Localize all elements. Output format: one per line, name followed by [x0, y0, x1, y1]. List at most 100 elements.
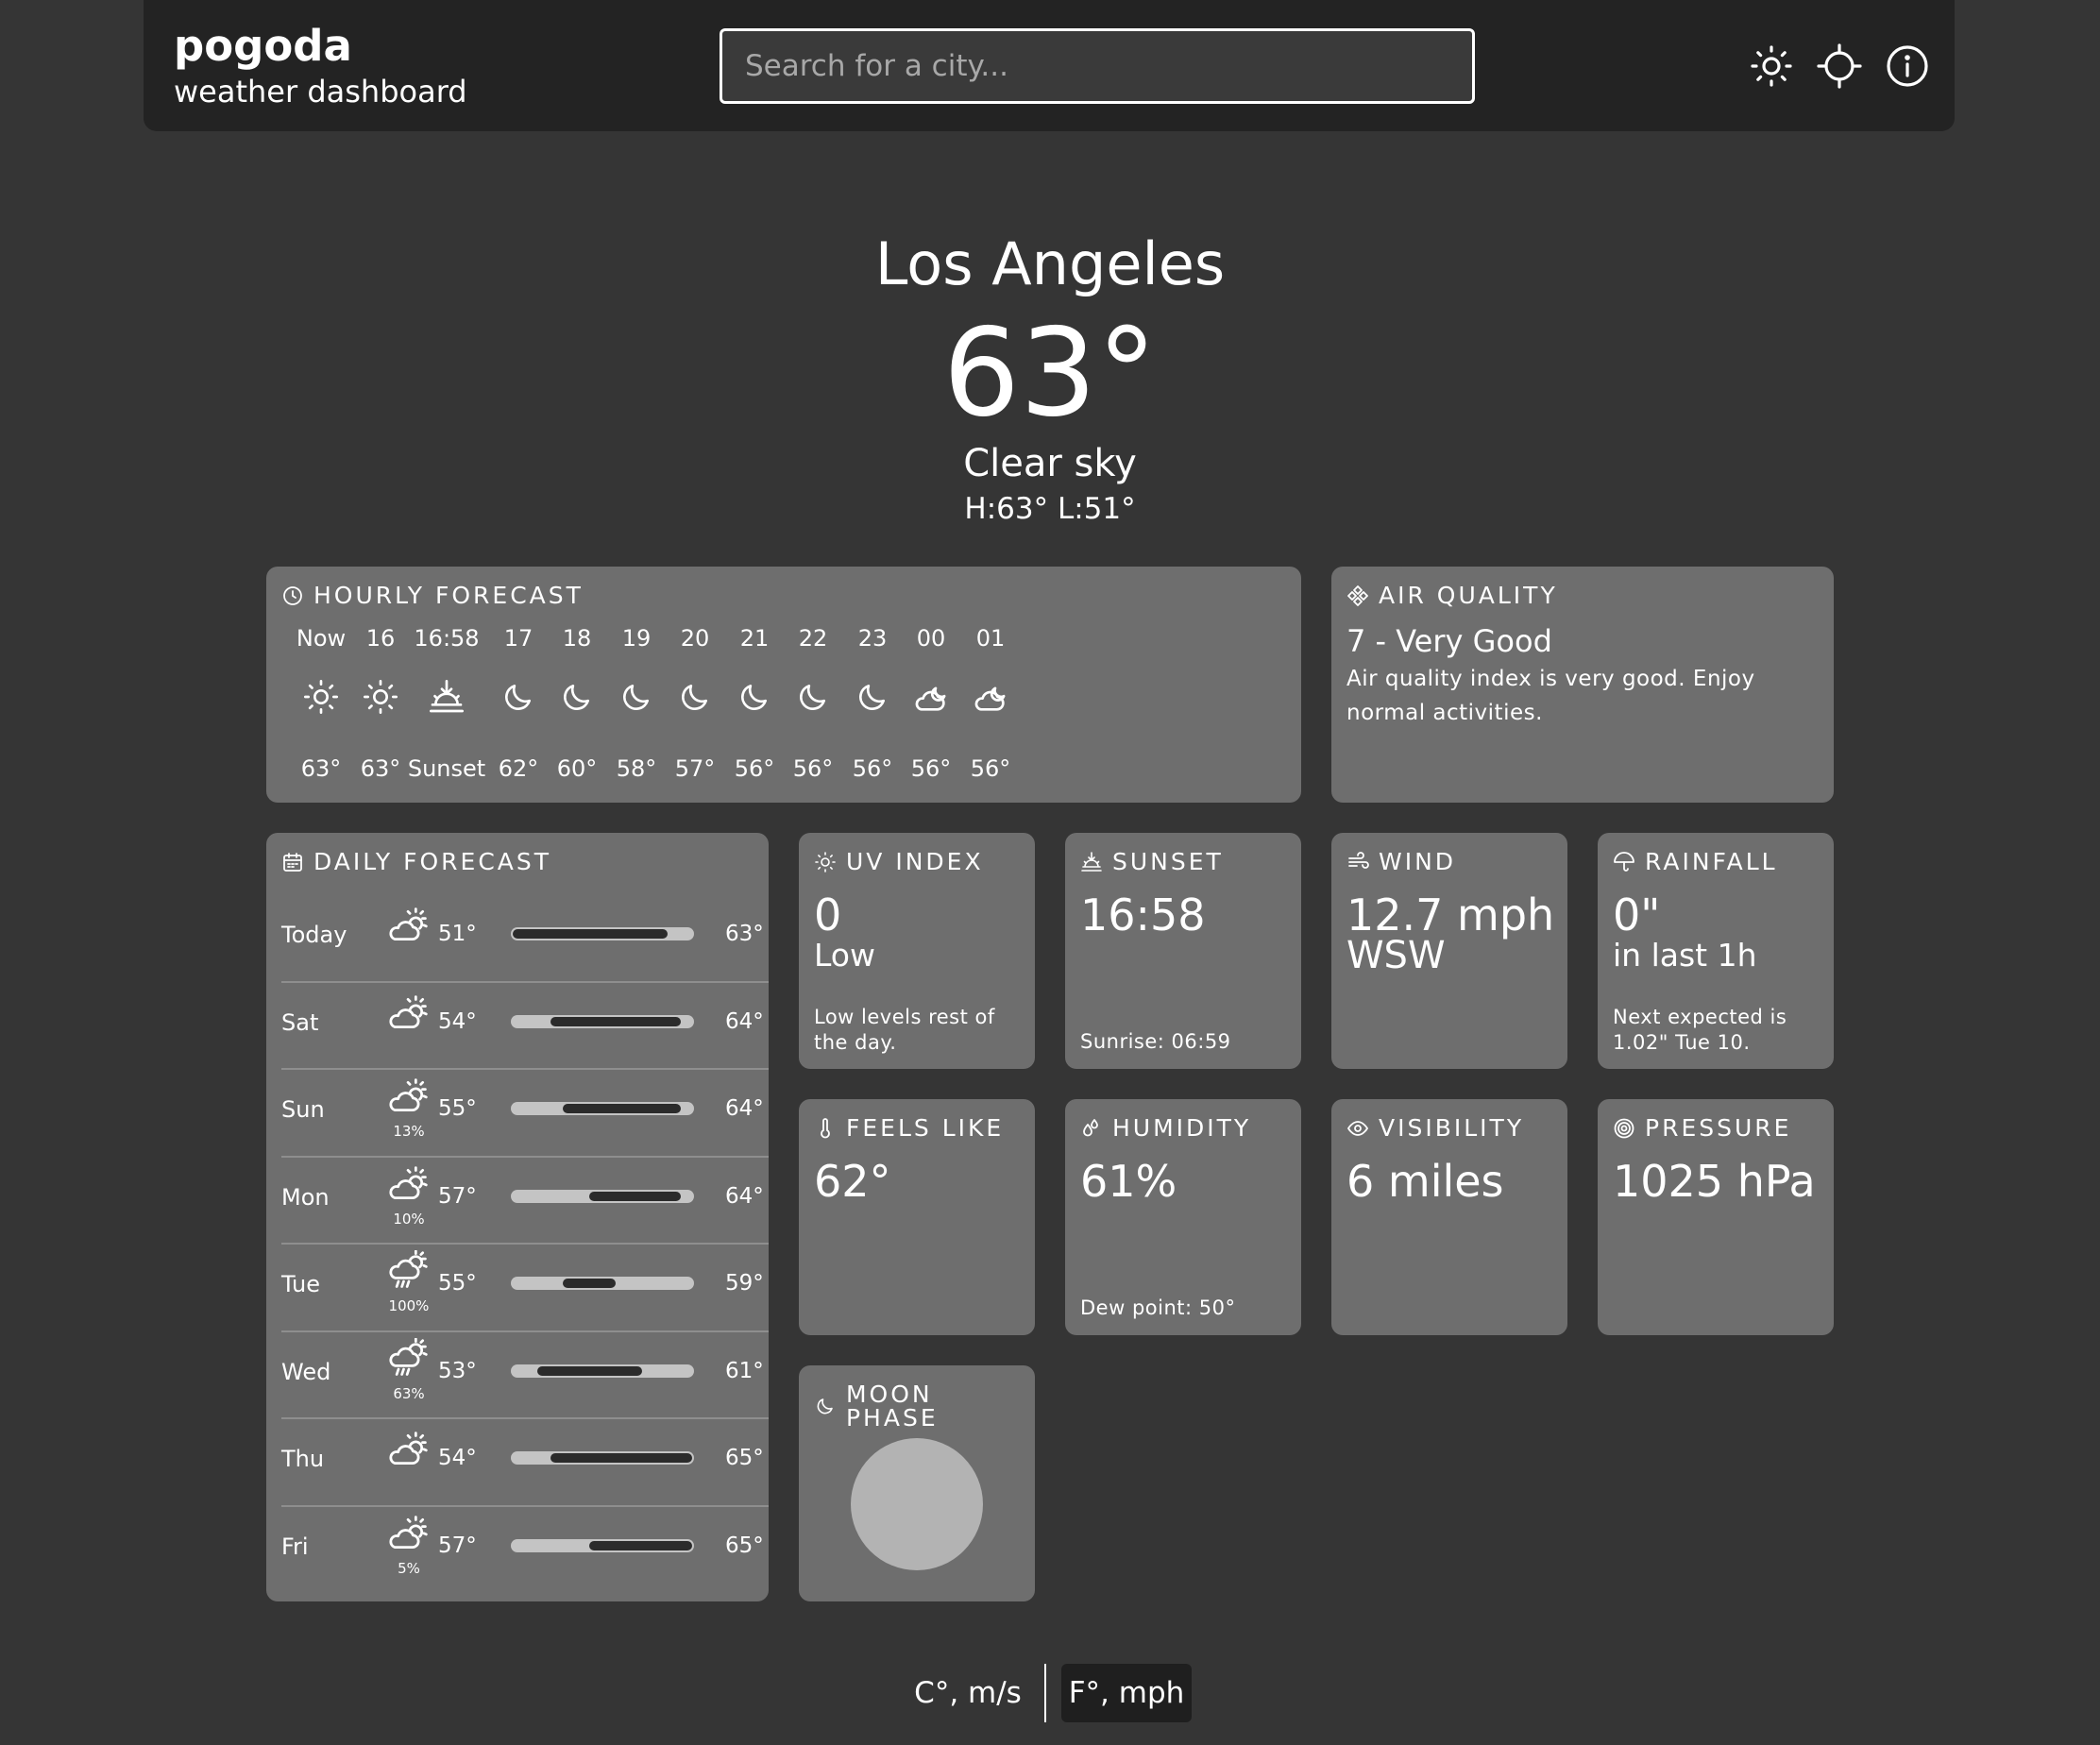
- app-header: pogoda weather dashboard: [144, 0, 1955, 131]
- feels-like-title: FEELS LIKE: [814, 1116, 1004, 1140]
- city-name: Los Angeles: [874, 229, 1226, 298]
- temp-range-fill: [513, 929, 669, 939]
- daily-icon-wrap: [385, 1338, 432, 1380]
- imperial-units-button[interactable]: F°, mph: [1061, 1664, 1192, 1722]
- daily-icon-wrap: [385, 1429, 432, 1470]
- metric-units-button[interactable]: C°, m/s: [906, 1664, 1029, 1722]
- wind-card: WIND 12.7 mph WSW: [1331, 833, 1567, 1069]
- daily-low: 53°: [438, 1358, 477, 1383]
- daily-high: 65°: [725, 1446, 764, 1470]
- droplets-icon: [1083, 1118, 1098, 1136]
- air-quality-value: 7 - Very Good: [1346, 623, 1552, 659]
- temp-range-bar: [511, 927, 694, 940]
- precip-chance: 13%: [393, 1123, 425, 1140]
- rainfall-period: in last 1h: [1613, 937, 1757, 974]
- crosshair-icon: [1817, 43, 1862, 89]
- temp-range-bar: [511, 1277, 694, 1290]
- daily-low: 51°: [438, 922, 477, 946]
- temp-range-fill: [550, 1453, 692, 1463]
- daily-day: Mon: [281, 1183, 330, 1211]
- daily-day: Sun: [281, 1096, 325, 1123]
- uv-index-card: UV INDEX 0 Low Low levels rest of the da…: [799, 833, 1035, 1069]
- thermometer-icon: [821, 1117, 830, 1138]
- sun-icon: [1749, 43, 1794, 89]
- precip-chance: 63%: [393, 1384, 425, 1402]
- temp-range-bar: [511, 1014, 694, 1028]
- rainfall-card: RAINFALL 0" in last 1h Next expected is …: [1598, 833, 1834, 1069]
- unit-toggle: C°, m/s F°, mph: [0, 1664, 2100, 1722]
- daily-day: Fri: [281, 1533, 309, 1560]
- daily-day: Tue: [281, 1271, 320, 1297]
- precip-chance: 5%: [398, 1559, 420, 1577]
- high-low: H:63° L:51°: [964, 492, 1136, 526]
- air-quality-icon: [1347, 584, 1368, 606]
- cloud-sun-rain-icon: [387, 1338, 431, 1380]
- daily-forecast-card: DAILY FORECAST Today 51° 63° Sat 54° 64° Sun 13…: [266, 833, 769, 1601]
- temp-range-fill: [589, 1540, 692, 1550]
- wind-icon: [1348, 851, 1369, 869]
- feels-like-value: 62°: [814, 1156, 891, 1207]
- precip-chance: 10%: [393, 1210, 425, 1228]
- temp-range-fill: [550, 1016, 682, 1026]
- daily-high: 59°: [725, 1271, 764, 1296]
- daily-low: 57°: [438, 1183, 477, 1209]
- cloud-sun-icon: [387, 1163, 431, 1205]
- umbrella-icon: [1614, 851, 1634, 872]
- temp-range-fill: [563, 1104, 682, 1113]
- theme-toggle-button[interactable]: [1747, 42, 1796, 91]
- daily-day: Today: [281, 922, 347, 948]
- current-condition: Clear sky: [963, 442, 1137, 485]
- daily-high: 64°: [725, 1183, 764, 1209]
- daily-row: Fri 5% 57° 65°: [281, 1504, 769, 1592]
- cloud-sun-icon: [387, 1076, 431, 1117]
- air-quality-card: AIR QUALITY 7 - Very Good Air quality in…: [1331, 567, 1834, 803]
- daily-row: Mon 10% 57° 64°: [281, 1155, 769, 1243]
- moon-phase-card: MOON PHASE: [799, 1365, 1035, 1601]
- gauge-icon: [1614, 1118, 1634, 1138]
- uv-index-level: Low: [814, 937, 875, 974]
- uv-index-title: UV INDEX: [814, 850, 984, 873]
- wind-direction: WSW: [1346, 934, 1446, 977]
- precip-chance: 100%: [388, 1297, 430, 1314]
- daily-row: Tue 100% 55° 59°: [281, 1243, 769, 1330]
- pressure-value: 1025 hPa: [1613, 1156, 1816, 1207]
- rainfall-next: Next expected is 1.02" Tue 10.: [1613, 1006, 1787, 1055]
- search-input[interactable]: [720, 28, 1475, 104]
- wind-title: WIND: [1346, 850, 1456, 873]
- air-quality-title: AIR QUALITY: [1346, 584, 1558, 607]
- cloud-sun-icon: [387, 1513, 431, 1554]
- daily-high: 63°: [725, 922, 764, 946]
- humidity-card: HUMIDITY 61% Dew point: 50°: [1065, 1099, 1301, 1335]
- temp-range-bar: [511, 1451, 694, 1465]
- temp-range-fill: [536, 1365, 642, 1376]
- hourly-value: 56°: [970, 755, 1011, 782]
- sun-icon: [814, 851, 837, 873]
- visibility-card: VISIBILITY 6 miles: [1331, 1099, 1567, 1335]
- calendar-icon: [283, 852, 302, 872]
- daily-day: Sat: [281, 1008, 319, 1036]
- temp-range-fill: [589, 1191, 682, 1201]
- sunset-icon: [428, 678, 466, 716]
- daily-row: Thu 54° 65°: [281, 1417, 769, 1504]
- cloud-sun-rain-icon: [387, 1250, 431, 1292]
- daily-icon-wrap: [385, 1076, 432, 1117]
- daily-low: 57°: [438, 1533, 477, 1558]
- eye-icon: [1346, 1120, 1369, 1136]
- temp-range-fill: [563, 1279, 616, 1288]
- daily-row: Wed 63% 53° 61°: [281, 1330, 769, 1417]
- daily-icon-wrap: [385, 1513, 432, 1554]
- rainfall-title: RAINFALL: [1613, 850, 1778, 873]
- rainfall-value: 0": [1613, 889, 1661, 940]
- moon-phase-title: MOON PHASE: [814, 1382, 1035, 1430]
- sunset-time: 16:58: [1080, 889, 1206, 940]
- temp-range-bar: [511, 1189, 694, 1203]
- daily-icon-wrap: [385, 992, 432, 1034]
- humidity-title: HUMIDITY: [1080, 1116, 1251, 1140]
- daily-icon-wrap: [385, 1163, 432, 1205]
- info-button[interactable]: [1883, 42, 1932, 91]
- locate-button[interactable]: [1815, 42, 1864, 91]
- daily-low: 54°: [438, 1446, 477, 1470]
- daily-high: 64°: [725, 1096, 764, 1121]
- moon-disc: [851, 1438, 983, 1570]
- moon-icon: [814, 1395, 837, 1417]
